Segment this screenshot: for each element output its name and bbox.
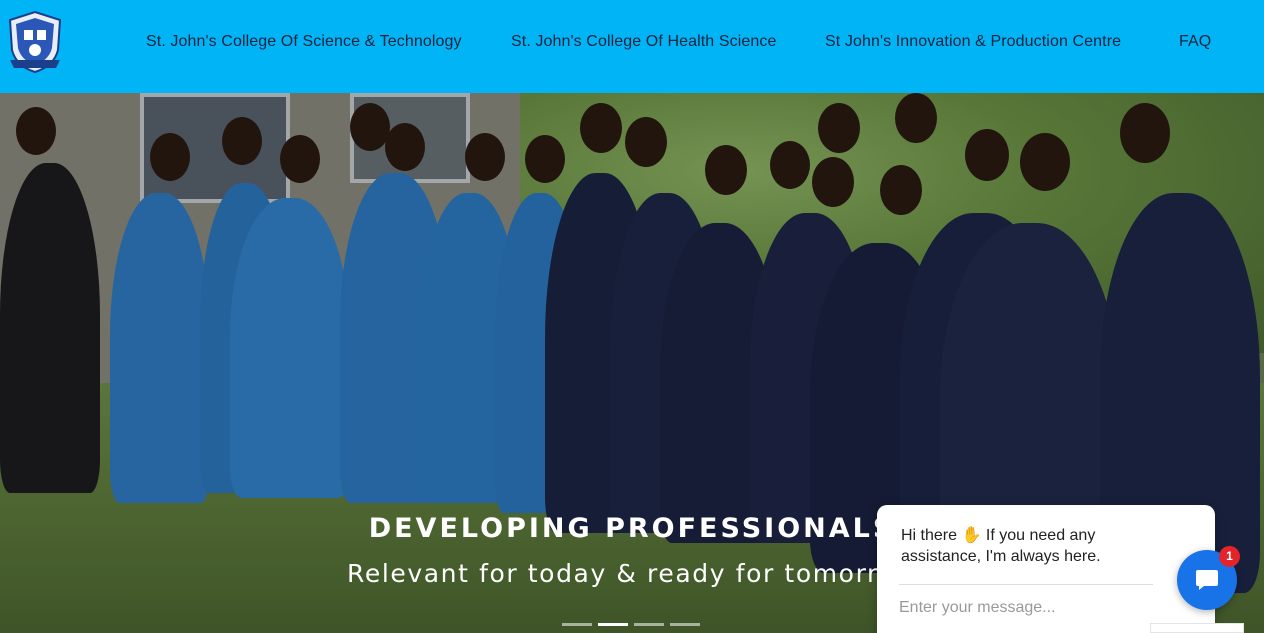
nav-college-health-science[interactable]: St. John's College Of Health Science — [511, 33, 776, 51]
chat-divider — [899, 584, 1153, 585]
nav-faq[interactable]: FAQ — [1179, 33, 1211, 51]
slider-dot-3[interactable] — [634, 623, 664, 626]
site-header: St. John's College Of Science & Technolo… — [0, 0, 1264, 93]
slider-dot-4[interactable] — [670, 623, 700, 626]
chat-greeting: Hi there ✋ If you need any assistance, I… — [901, 525, 1151, 567]
slider-indicators — [562, 623, 700, 626]
bottom-right-tab — [1150, 623, 1244, 633]
slider-dot-1[interactable] — [562, 623, 592, 626]
chat-greeting-text: Hi there — [901, 527, 962, 544]
chat-message-input[interactable] — [899, 595, 1159, 621]
waving-hand-icon: ✋ — [961, 527, 982, 544]
slider-dot-2[interactable] — [598, 623, 628, 626]
chat-popup: Hi there ✋ If you need any assistance, I… — [877, 505, 1215, 633]
chat-unread-badge: 1 — [1219, 546, 1240, 567]
nav-innovation-production-centre[interactable]: St John's Innovation & Production Centre — [825, 33, 1121, 51]
hero-subtitle: Relevant for today & ready for tomorr — [347, 559, 879, 588]
nav-college-science-technology[interactable]: St. John's College Of Science & Technolo… — [146, 33, 462, 51]
college-crest-icon[interactable] — [6, 10, 64, 74]
